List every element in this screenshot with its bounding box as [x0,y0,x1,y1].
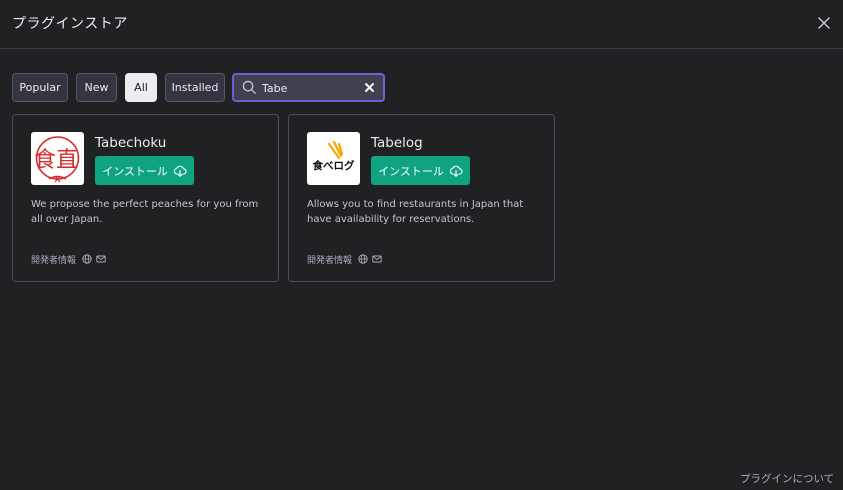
mail-icon[interactable] [96,254,106,264]
globe-icon[interactable] [82,254,92,264]
plugin-card: 食直 Tabechoku インストール We propose the perfe… [12,114,279,282]
install-button[interactable]: インストール [95,156,194,185]
cloud-download-icon [449,165,463,177]
svg-text:食べログ: 食べログ [312,159,355,172]
about-plugins-link[interactable]: プラグインについて [740,471,834,486]
filter-new-button[interactable]: New [76,73,117,102]
close-icon [818,17,830,29]
install-label: インストール [378,164,444,178]
developer-info: 開発者情報 [31,253,106,266]
search-box [232,73,385,102]
search-input[interactable] [262,78,357,98]
filter-installed-button[interactable]: Installed [165,73,225,102]
plugin-description: Allows you to find restaurants in Japan … [307,199,524,225]
developer-info: 開発者情報 [307,253,382,266]
plugin-description: We propose the perfect peaches for you f… [31,199,259,225]
plugin-name: Tabechoku [95,135,167,151]
install-label: インストール [102,164,168,178]
mail-icon[interactable] [372,254,382,264]
plugin-name: Tabelog [371,135,423,151]
filter-popular-button[interactable]: Popular [12,73,68,102]
tabechoku-logo-icon: 食直 [34,136,80,183]
developer-info-label: 開発者情報 [31,255,77,266]
plugin-logo: 食直 [31,132,84,185]
clear-icon[interactable] [364,82,375,93]
page-title: プラグインストア [12,16,128,32]
developer-info-label: 開発者情報 [307,255,353,266]
cloud-download-icon [173,165,187,177]
filter-all-button[interactable]: All [125,73,157,102]
search-icon [242,80,256,94]
svg-text:食直: 食直 [34,148,78,173]
install-button[interactable]: インストール [371,156,470,185]
plugin-logo: 食べログ [307,132,360,185]
tabelog-logo-icon: 食べログ [312,140,355,172]
close-button[interactable] [815,14,833,32]
plugin-card: 食べログ Tabelog インストール Allows you to find r… [288,114,555,282]
globe-icon[interactable] [358,254,368,264]
modal-header: プラグインストア [0,0,843,49]
